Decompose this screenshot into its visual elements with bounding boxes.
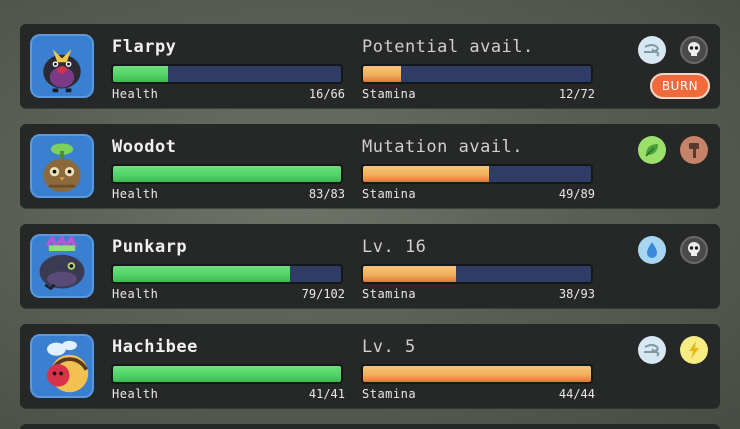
stamina-label: Stamina — [362, 187, 417, 201]
party-member-card-partial — [20, 424, 720, 429]
death-icon[interactable] — [680, 36, 708, 64]
hammer-icon[interactable] — [680, 136, 708, 164]
health-value: 41/41 — [308, 387, 345, 401]
health-bar — [111, 264, 343, 284]
stamina-fill — [363, 366, 591, 382]
monster-name: Flarpy — [112, 37, 177, 57]
health-bar — [111, 164, 343, 184]
air-icon[interactable] — [638, 36, 666, 64]
stamina-fill — [363, 166, 489, 182]
party-member-card[interactable]: Punkarp Lv. 16 Health 79/102 Stamina 38/… — [20, 224, 720, 308]
lightning-icon[interactable] — [680, 336, 708, 364]
water-icon[interactable] — [638, 236, 666, 264]
monster-portrait-woodot — [30, 134, 94, 198]
air-icon[interactable] — [638, 336, 666, 364]
stamina-value: 49/89 — [558, 187, 595, 201]
health-bar — [111, 364, 343, 384]
stamina-label: Stamina — [362, 87, 417, 101]
health-label: Health — [112, 87, 159, 101]
party-member-card[interactable]: Flarpy Potential avail. Health 16/66 Sta… — [20, 24, 720, 108]
health-label: Health — [112, 187, 159, 201]
health-value: 83/83 — [308, 187, 345, 201]
stamina-label: Stamina — [362, 287, 417, 301]
monster-name: Punkarp — [112, 237, 188, 257]
health-label: Health — [112, 287, 159, 301]
monster-info: Potential avail. — [362, 37, 534, 57]
monster-info: Lv. 16 — [362, 237, 427, 257]
party-member-card[interactable]: Woodot Mutation avail. Health 83/83 Stam… — [20, 124, 720, 208]
health-label: Health — [112, 387, 159, 401]
monster-portrait-punkarp — [30, 234, 94, 298]
party-member-card[interactable]: Hachibee Lv. 5 Health 41/41 Stamina 44/4… — [20, 324, 720, 408]
stamina-bar — [361, 264, 593, 284]
stamina-value: 44/44 — [558, 387, 595, 401]
plant-icon[interactable] — [638, 136, 666, 164]
stamina-bar — [361, 364, 593, 384]
monster-name: Woodot — [112, 137, 177, 157]
stamina-value: 38/93 — [558, 287, 595, 301]
health-bar — [111, 64, 343, 84]
monster-portrait-hachibee — [30, 334, 94, 398]
stamina-fill — [363, 266, 457, 282]
monster-name: Hachibee — [112, 337, 198, 357]
stamina-bar — [361, 64, 593, 84]
health-fill — [113, 166, 341, 182]
health-fill — [113, 66, 169, 82]
stamina-bar — [361, 164, 593, 184]
death-icon[interactable] — [680, 236, 708, 264]
stamina-label: Stamina — [362, 387, 417, 401]
health-value: 79/102 — [301, 287, 345, 301]
stamina-value: 12/72 — [558, 87, 595, 101]
monster-info: Lv. 5 — [362, 337, 416, 357]
monster-portrait-flarpy — [30, 34, 94, 98]
monster-info: Mutation avail. — [362, 137, 524, 157]
stamina-fill — [363, 66, 401, 82]
status-badge-burn[interactable]: BURN — [650, 73, 710, 99]
health-value: 16/66 — [308, 87, 345, 101]
health-fill — [113, 266, 290, 282]
health-fill — [113, 366, 341, 382]
